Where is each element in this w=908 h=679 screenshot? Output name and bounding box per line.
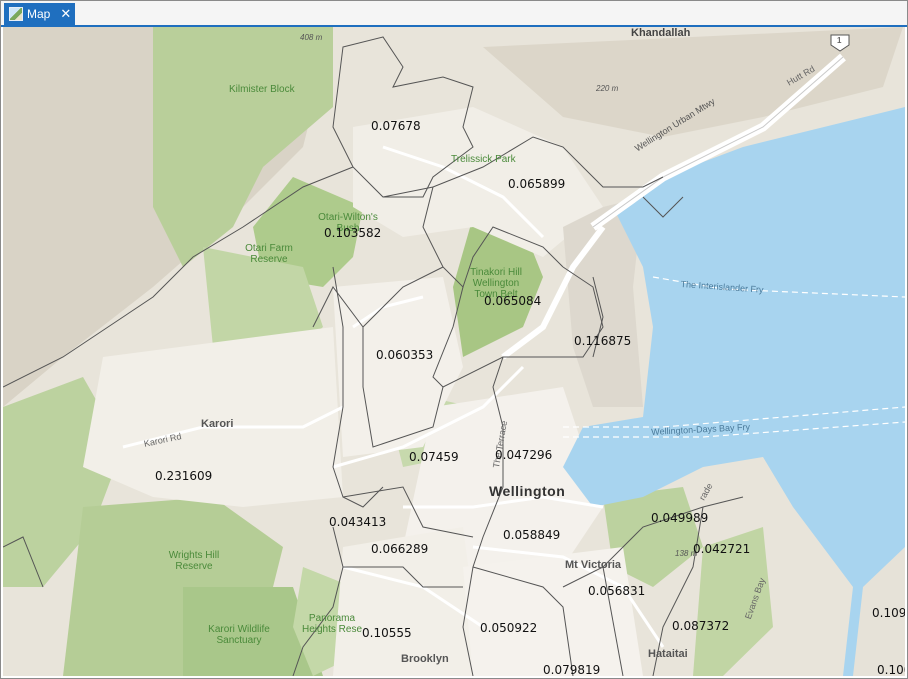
- park-label-trelissick: Trelissick Park: [451, 154, 516, 165]
- park-label-kilmister: Kilmister Block: [229, 84, 295, 95]
- value-label: 0.043413: [329, 515, 387, 529]
- value-label: 0.07459: [409, 450, 459, 464]
- value-label: 0.07678: [371, 119, 421, 133]
- value-label: 0.060353: [376, 348, 434, 362]
- value-label: 0.042721: [693, 542, 751, 556]
- value-label: 0.100: [877, 663, 905, 676]
- value-label: 0.058849: [503, 528, 561, 542]
- value-label: 0.056831: [588, 584, 646, 598]
- tab-title: Map: [27, 7, 51, 21]
- elevation-label-220: 220 m: [596, 84, 619, 93]
- tab-bar: Map ✕: [1, 1, 907, 27]
- tab-map[interactable]: Map ✕: [4, 3, 75, 25]
- value-label: 0.109: [872, 606, 905, 620]
- value-label: 0.231609: [155, 469, 213, 483]
- map-window: Map ✕ Khandallah Kilmister Block 408 m 2…: [0, 0, 908, 679]
- park-label-otari-farm: Otari Farm Reserve: [245, 243, 293, 265]
- map-view[interactable]: Khandallah Kilmister Block 408 m 220 m T…: [3, 27, 905, 676]
- park-label-wrights-hill: Wrights Hill Reserve: [168, 550, 220, 572]
- park-label-panorama: Panorama Heights Rese: [301, 613, 363, 635]
- value-label: 0.065899: [508, 177, 566, 191]
- value-label: 0.049989: [651, 511, 709, 525]
- suburb-label-mt-victoria: Mt Victoria: [565, 559, 622, 571]
- park-label-karori-wildlife: Karori Wildlife Sanctuary: [208, 624, 270, 646]
- map-icon: [9, 7, 23, 21]
- value-label: 0.079819: [543, 663, 601, 676]
- value-label: 0.066289: [371, 542, 429, 556]
- close-icon[interactable]: ✕: [60, 8, 71, 21]
- value-label: 0.116875: [574, 334, 632, 348]
- suburb-label-karori: Karori: [201, 418, 234, 430]
- value-label: 0.050922: [480, 621, 538, 635]
- city-label-wellington: Wellington: [489, 483, 566, 499]
- basemap: [3, 27, 905, 676]
- value-label: 0.103582: [324, 226, 382, 240]
- value-label: 0.087372: [672, 619, 730, 633]
- value-label: 0.10555: [362, 626, 412, 640]
- suburb-label-khandallah: Khandallah: [631, 27, 691, 39]
- elevation-label-408: 408 m: [300, 33, 323, 42]
- highway-shield-1: 1: [837, 36, 842, 45]
- suburb-label-brooklyn: Brooklyn: [401, 653, 449, 665]
- value-label: 0.047296: [495, 448, 553, 462]
- suburb-label-hataitai: Hataitai: [648, 648, 688, 660]
- value-label: 0.065084: [484, 294, 542, 308]
